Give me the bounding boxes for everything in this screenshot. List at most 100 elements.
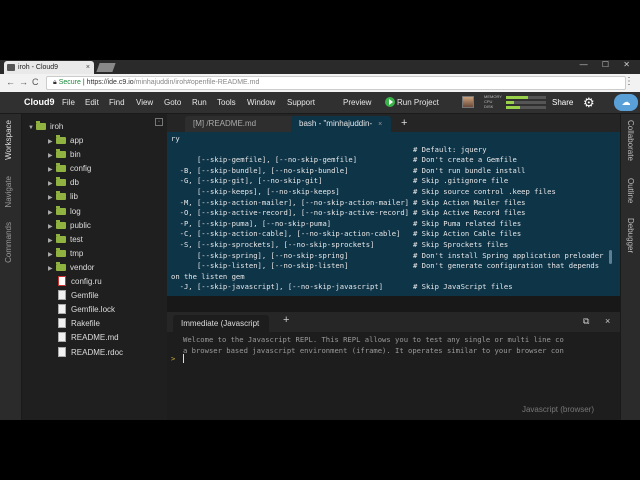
terminal-comment: # Skip Action Cable files (413, 229, 522, 239)
back-icon[interactable]: ← (6, 77, 15, 87)
new-tab-button[interactable] (96, 63, 116, 72)
tree-folder-public[interactable]: ▶ public (48, 219, 91, 233)
run-project-button[interactable]: Run Project (385, 97, 439, 107)
menu-support[interactable]: Support (287, 98, 315, 107)
menu-tools[interactable]: Tools (217, 98, 236, 107)
tree-file[interactable]: config.ru (58, 275, 102, 289)
preview-button[interactable]: Preview (343, 98, 371, 107)
chevron-right-icon[interactable]: ▶ (48, 135, 56, 149)
folder-icon (56, 247, 66, 257)
tree-folder-log[interactable]: ▶ log (48, 205, 81, 219)
new-editor-tab-button[interactable]: + (401, 117, 407, 129)
panel-divider[interactable] (167, 296, 620, 312)
tree-file[interactable]: Rakefile (58, 317, 100, 331)
cloud9-logo[interactable]: Cloud9 (24, 97, 55, 107)
tree-folder-lib[interactable]: ▶ lib (48, 190, 78, 204)
tree-file[interactable]: Gemfile.lock (58, 303, 115, 317)
tab-workspace[interactable]: Workspace (4, 120, 13, 160)
chevron-right-icon[interactable]: ▶ (48, 191, 56, 205)
tab-commands[interactable]: Commands (4, 222, 13, 263)
tree-folder-config[interactable]: ▶ config (48, 162, 91, 176)
menu-edit[interactable]: Edit (85, 98, 99, 107)
javascript-repl[interactable]: Welcome to the Javascript REPL. This REP… (167, 332, 620, 420)
terminal-output[interactable]: ry # Default: jquery [--skip-gemfile], [-… (167, 132, 620, 296)
tree-folder-db[interactable]: ▶ db (48, 176, 79, 190)
chevron-right-icon[interactable]: ▶ (48, 262, 56, 276)
editor-tab-strip: [M] /README.md bash - "minhajuddin- × + (167, 114, 620, 132)
tree-root-folder[interactable]: ▼ iroh (28, 120, 63, 134)
tree-folder-label: config (70, 164, 92, 174)
tree-file[interactable]: README.rdoc (58, 346, 123, 360)
terminal-comment: # Skip JavaScript files (413, 282, 513, 292)
chevron-right-icon[interactable]: ▶ (48, 206, 56, 220)
folder-icon (56, 219, 66, 229)
reload-icon[interactable]: C (32, 77, 39, 87)
terminal-line: [--skip-listen], [--no-skip-listen] (171, 261, 349, 271)
browser-tab-strip: iroh - Cloud9 × — ☐ ✕ (0, 60, 640, 74)
menu-find[interactable]: Find (109, 98, 125, 107)
maximize-icon[interactable]: ⧉ (583, 316, 589, 327)
tab-outline[interactable]: Outline (626, 178, 635, 203)
address-bar[interactable]: 🔒︎ Secure | https://ide.c9.io/minhajuddi… (46, 76, 626, 90)
terminal-comment: # Don't install Spring application prelo… (413, 250, 604, 260)
browser-tab[interactable]: iroh - Cloud9 × (4, 61, 94, 74)
terminal-scrollbar[interactable] (609, 250, 612, 264)
tree-file-label: Gemfile (71, 291, 99, 301)
tab-readme[interactable]: [M] /README.md (185, 116, 295, 132)
new-console-tab-button[interactable]: + (283, 314, 289, 326)
tree-file[interactable]: README.md (58, 331, 119, 345)
chevron-right-icon[interactable]: ▶ (48, 248, 56, 262)
terminal-comment: # Skip Puma related files (413, 218, 522, 228)
tree-file-label: Gemfile.lock (71, 305, 116, 315)
chevron-right-icon[interactable]: ▶ (48, 163, 56, 177)
gear-icon[interactable]: ⚙ (583, 96, 595, 109)
tree-folder-label: app (70, 136, 84, 145)
tree-file[interactable]: Gemfile (58, 289, 99, 303)
terminal-line: -B, [--skip-bundle], [--no-skip-bundle] (171, 165, 349, 175)
tab-debugger[interactable]: Debugger (626, 218, 635, 253)
tab-navigate[interactable]: Navigate (4, 176, 13, 208)
window-controls[interactable]: — ☐ ✕ (580, 60, 636, 69)
chevron-right-icon[interactable]: ▶ (48, 220, 56, 234)
tree-folder-bin[interactable]: ▶ bin (48, 148, 81, 162)
close-tab-icon[interactable]: × (86, 61, 90, 74)
cloud9-favicon-icon (7, 64, 15, 71)
folder-icon (36, 121, 46, 130)
terminal-line: -S, [--skip-sprockets], [--no-skip-sproc… (171, 240, 375, 249)
folder-icon (56, 205, 66, 215)
chevron-right-icon[interactable]: ▶ (48, 149, 56, 163)
menu-window[interactable]: Window (247, 98, 275, 107)
forward-icon[interactable]: → (19, 77, 28, 87)
tree-folder-test[interactable]: ▶ test (48, 233, 83, 247)
repl-cursor[interactable] (183, 354, 184, 363)
tree-folder-vendor[interactable]: ▶ vendor (48, 261, 94, 275)
tree-folder-app[interactable]: ▶ app (48, 134, 83, 148)
menu-view[interactable]: View (136, 98, 153, 107)
chevron-down-icon[interactable]: ▼ (28, 121, 36, 135)
share-button[interactable]: Share (552, 98, 573, 107)
resource-meters[interactable]: MEMORY CPU DISK (484, 94, 546, 110)
chevron-right-icon[interactable]: ▶ (48, 177, 56, 191)
left-panel-tabs: Workspace Navigate Commands (0, 114, 22, 420)
terminal-line: ry (171, 134, 180, 143)
tab-immediate-javascript[interactable]: Immediate (Javascript (173, 315, 269, 332)
terminal-line: -P, [--skip-puma], [--no-skip-puma] (171, 218, 332, 228)
menu-run[interactable]: Run (192, 98, 207, 107)
tab-bash-terminal[interactable]: bash - "minhajuddin- × (291, 116, 391, 132)
collapse-panel-icon[interactable]: ▫ (155, 118, 163, 126)
close-tab-icon[interactable]: × (378, 121, 382, 128)
avatar[interactable] (462, 96, 474, 108)
right-panel-tabs: Collaborate Outline Debugger (620, 114, 640, 420)
cloud-icon[interactable]: ☁ (614, 94, 638, 111)
tree-folder-tmp[interactable]: ▶ tmp (48, 247, 83, 261)
menu-goto[interactable]: Goto (164, 98, 181, 107)
menu-file[interactable]: File (62, 98, 75, 107)
folder-icon (56, 191, 66, 201)
tab-collaborate[interactable]: Collaborate (626, 120, 635, 161)
chevron-right-icon[interactable]: ▶ (48, 234, 56, 248)
close-icon[interactable]: × (605, 316, 610, 326)
browser-menu-icon[interactable]: ⋮ (624, 76, 634, 87)
repl-mode-selector[interactable]: Javascript (browser) (522, 405, 594, 414)
url-path: /minhajuddin/iroh#openfile-README.md (133, 79, 260, 86)
terminal-line: -G, [--skip-git], [--no-skip-git] (171, 176, 323, 186)
